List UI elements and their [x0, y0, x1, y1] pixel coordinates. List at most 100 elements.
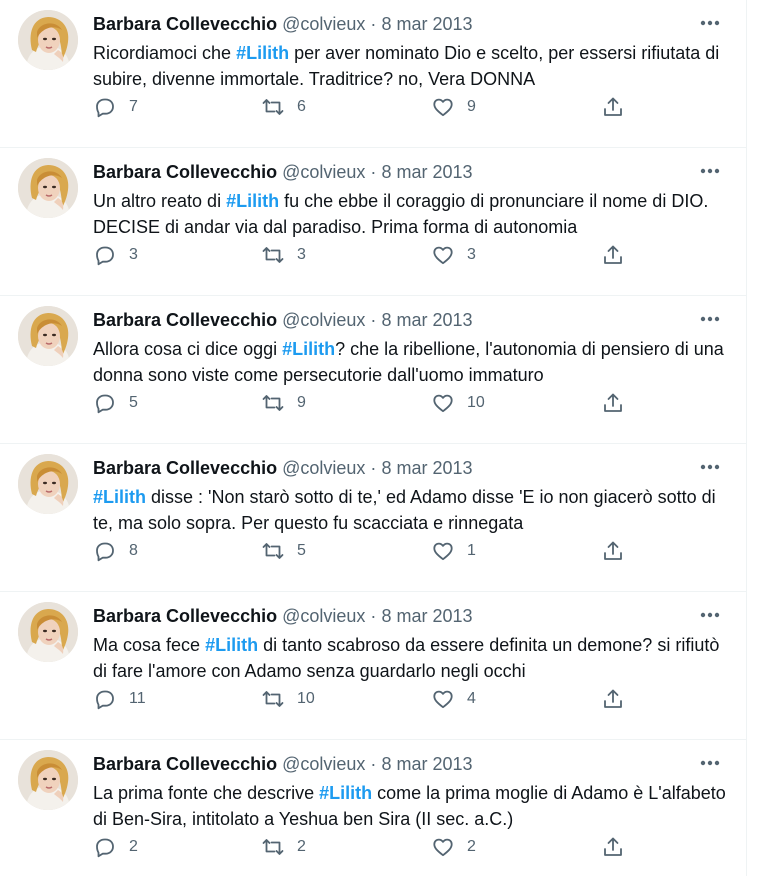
more-horizontal-icon[interactable]	[696, 160, 724, 182]
retweet-icon	[262, 691, 284, 707]
author-handle[interactable]: @colvieux	[282, 606, 365, 626]
reply-count: 7	[129, 98, 138, 115]
retweet-icon	[262, 247, 284, 263]
tweet-date[interactable]: 8 mar 2013	[381, 606, 472, 626]
reply-count: 2	[129, 838, 138, 855]
reply-count: 5	[129, 394, 138, 411]
author-handle[interactable]: @colvieux	[282, 754, 365, 774]
retweet-count: 5	[297, 542, 306, 559]
tweet-feed: Barbara Collevecchio @colvieux · 8 mar 2…	[0, 0, 747, 876]
tweet[interactable]: Barbara Collevecchio @colvieux · 8 mar 2…	[0, 148, 746, 296]
retweet-button[interactable]: 6	[261, 94, 306, 120]
avatar[interactable]	[18, 602, 78, 662]
avatar[interactable]	[18, 454, 78, 514]
tweet-text: Ricordiamoci che #Lilith per aver nomina…	[93, 40, 733, 92]
reply-icon	[96, 838, 114, 858]
author-handle[interactable]: @colvieux	[282, 14, 365, 34]
reply-icon	[96, 690, 114, 710]
share-button[interactable]	[601, 94, 625, 120]
more-horizontal-icon[interactable]	[696, 12, 724, 34]
share-button[interactable]	[601, 538, 625, 564]
reply-button[interactable]: 3	[93, 242, 138, 268]
reply-count: 11	[129, 690, 146, 707]
author-name[interactable]: Barbara Collevecchio	[93, 14, 277, 34]
author-handle[interactable]: @colvieux	[282, 458, 365, 478]
more-horizontal-icon[interactable]	[696, 604, 724, 626]
reply-count: 8	[129, 542, 138, 559]
share-button[interactable]	[601, 242, 625, 268]
reply-button[interactable]: 8	[93, 538, 138, 564]
more-horizontal-icon[interactable]	[696, 752, 724, 774]
tweet[interactable]: Barbara Collevecchio @colvieux · 8 mar 2…	[0, 740, 746, 888]
tweet-header: Barbara Collevecchio @colvieux · 8 mar 2…	[93, 752, 473, 776]
tweet-date[interactable]: 8 mar 2013	[381, 162, 472, 182]
retweet-icon	[262, 99, 284, 115]
tweet-header: Barbara Collevecchio @colvieux · 8 mar 2…	[93, 12, 473, 36]
reply-button[interactable]: 5	[93, 390, 138, 416]
avatar[interactable]	[18, 10, 78, 70]
author-handle[interactable]: @colvieux	[282, 162, 365, 182]
retweet-button[interactable]: 3	[261, 242, 306, 268]
tweet[interactable]: Barbara Collevecchio @colvieux · 8 mar 2…	[0, 592, 746, 740]
reply-button[interactable]: 11	[93, 686, 146, 712]
hashtag-link[interactable]: #Lilith	[319, 783, 372, 803]
separator-dot: ·	[370, 162, 377, 182]
like-button[interactable]: 2	[431, 834, 476, 860]
author-name[interactable]: Barbara Collevecchio	[93, 458, 277, 478]
tweet-date[interactable]: 8 mar 2013	[381, 458, 472, 478]
tweet-date[interactable]: 8 mar 2013	[381, 14, 472, 34]
hashtag-link[interactable]: #Lilith	[236, 43, 289, 63]
retweet-icon	[262, 543, 284, 559]
tweet[interactable]: Barbara Collevecchio @colvieux · 8 mar 2…	[0, 296, 746, 444]
share-button[interactable]	[601, 390, 625, 416]
like-button[interactable]: 4	[431, 686, 476, 712]
tweet-actions: 7 6 9	[93, 94, 633, 120]
author-name[interactable]: Barbara Collevecchio	[93, 606, 277, 626]
like-button[interactable]: 3	[431, 242, 476, 268]
tweet[interactable]: Barbara Collevecchio @colvieux · 8 mar 2…	[0, 444, 746, 592]
hashtag-link[interactable]: #Lilith	[93, 487, 146, 507]
like-count: 1	[467, 542, 476, 559]
retweet-button[interactable]: 2	[261, 834, 306, 860]
reply-button[interactable]: 7	[93, 94, 138, 120]
reply-count: 3	[129, 246, 138, 263]
tweet-text-before: Allora cosa ci dice oggi	[93, 339, 283, 359]
heart-icon	[433, 246, 453, 265]
reply-button[interactable]: 2	[93, 834, 138, 860]
tweet-text-before: Ricordiamoci che	[93, 43, 237, 63]
like-button[interactable]: 9	[431, 94, 476, 120]
author-name[interactable]: Barbara Collevecchio	[93, 162, 277, 182]
hashtag-link[interactable]: #Lilith	[226, 191, 279, 211]
heart-icon	[433, 838, 453, 857]
tweet-header: Barbara Collevecchio @colvieux · 8 mar 2…	[93, 160, 473, 184]
share-icon	[604, 837, 622, 856]
tweet-header: Barbara Collevecchio @colvieux · 8 mar 2…	[93, 456, 473, 480]
tweet-date[interactable]: 8 mar 2013	[381, 754, 472, 774]
avatar[interactable]	[18, 158, 78, 218]
reply-icon	[96, 394, 114, 414]
separator-dot: ·	[370, 458, 377, 478]
more-horizontal-icon[interactable]	[696, 456, 724, 478]
author-handle[interactable]: @colvieux	[282, 310, 365, 330]
avatar[interactable]	[18, 306, 78, 366]
more-horizontal-icon[interactable]	[696, 308, 724, 330]
retweet-count: 10	[297, 690, 315, 707]
like-count: 10	[467, 394, 485, 411]
share-button[interactable]	[601, 834, 625, 860]
hashtag-link[interactable]: #Lilith	[205, 635, 258, 655]
tweet-text-after: disse : 'Non starò sotto di te,' ed Adam…	[93, 487, 716, 533]
tweet[interactable]: Barbara Collevecchio @colvieux · 8 mar 2…	[0, 0, 746, 148]
hashtag-link[interactable]: #Lilith	[282, 339, 335, 359]
share-button[interactable]	[601, 686, 625, 712]
retweet-button[interactable]: 10	[261, 686, 315, 712]
avatar[interactable]	[18, 750, 78, 810]
author-name[interactable]: Barbara Collevecchio	[93, 754, 277, 774]
like-button[interactable]: 1	[431, 538, 476, 564]
tweet-date[interactable]: 8 mar 2013	[381, 310, 472, 330]
tweet-text: La prima fonte che descrive #Lilith come…	[93, 780, 733, 832]
share-icon	[604, 689, 622, 708]
like-button[interactable]: 10	[431, 390, 485, 416]
author-name[interactable]: Barbara Collevecchio	[93, 310, 277, 330]
retweet-button[interactable]: 9	[261, 390, 306, 416]
retweet-button[interactable]: 5	[261, 538, 306, 564]
